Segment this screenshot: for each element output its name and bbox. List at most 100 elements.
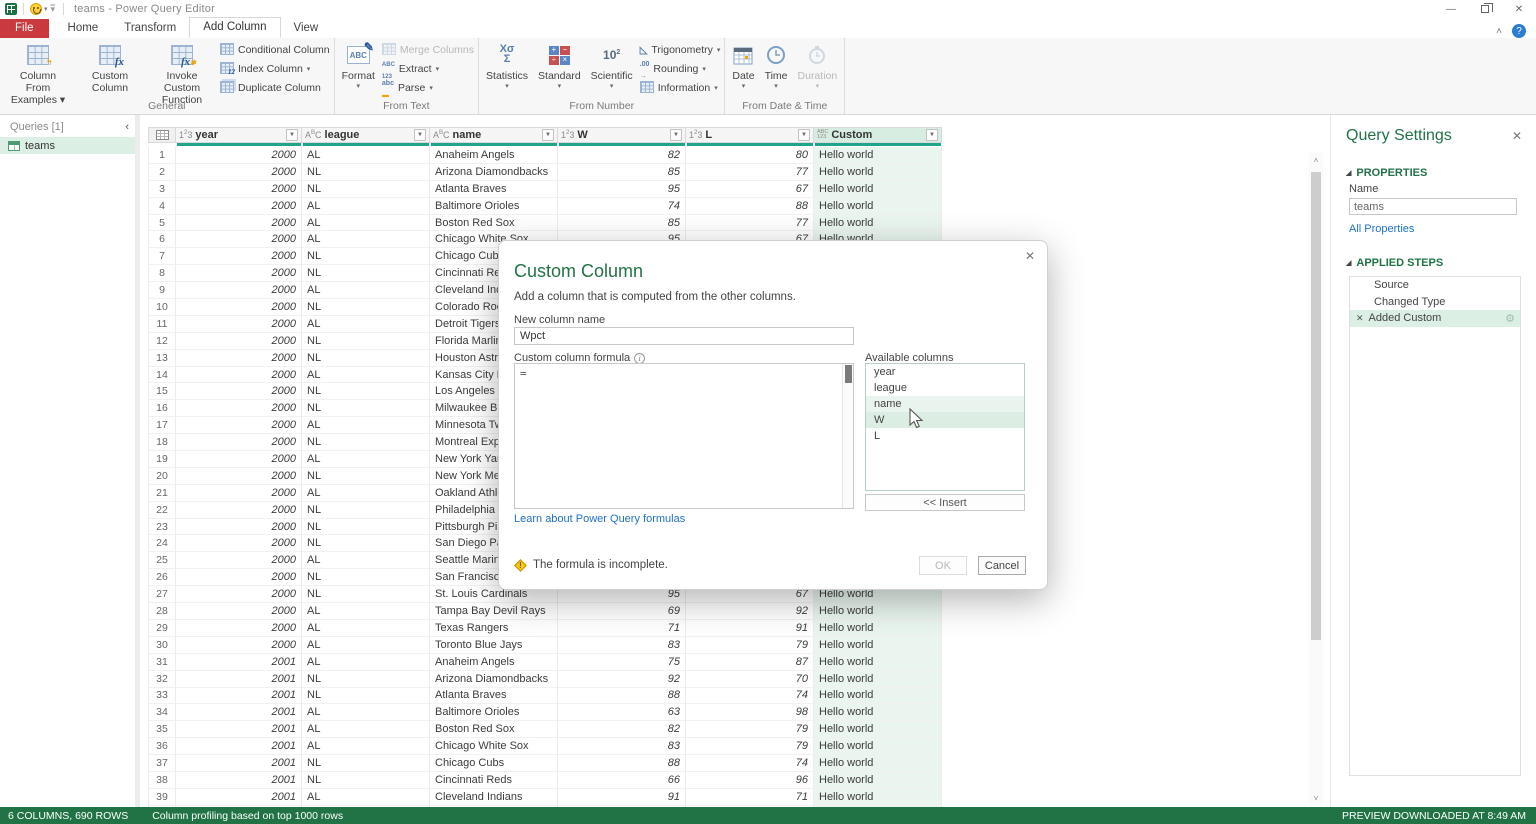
table-cell[interactable]: 2000 (176, 181, 302, 198)
available-column-l[interactable]: L (866, 428, 1024, 444)
table-cell[interactable]: NL (302, 755, 430, 772)
table-cell[interactable]: 2001 (176, 704, 302, 721)
table-cell[interactable]: 2000 (176, 468, 302, 485)
row-number[interactable]: 30 (148, 637, 176, 654)
filter-icon[interactable]: ▼ (286, 129, 298, 141)
table-cell[interactable]: Anaheim Angels (430, 654, 558, 671)
table-row[interactable]: 372001NLChicago Cubs8874Hello world (148, 755, 942, 772)
table-cell[interactable]: 75 (558, 654, 686, 671)
table-cell[interactable]: 2001 (176, 688, 302, 705)
row-number[interactable]: 9 (148, 282, 176, 299)
table-cell[interactable]: Cleveland Indians (430, 789, 558, 806)
table-cell[interactable]: Hello world (814, 215, 942, 232)
table-row[interactable]: 352001ALBoston Red Sox8279Hello world (148, 721, 942, 738)
trigonometry-button[interactable]: ◺Trigonometry▾ (640, 42, 721, 58)
row-number[interactable]: 23 (148, 519, 176, 536)
table-cell[interactable]: 63 (558, 704, 686, 721)
table-cell[interactable]: Atlanta Braves (430, 688, 558, 705)
scroll-down-icon[interactable]: ˅ (1309, 791, 1323, 805)
row-number[interactable]: 6 (148, 231, 176, 248)
row-number[interactable]: 29 (148, 620, 176, 637)
insert-button[interactable]: << Insert (865, 494, 1025, 511)
table-cell[interactable]: 88 (558, 755, 686, 772)
table-cell[interactable]: Texas Rangers (430, 620, 558, 637)
row-number[interactable]: 3 (148, 181, 176, 198)
extract-button[interactable]: ABC123Extract▾ (382, 61, 474, 77)
table-cell[interactable]: 79 (686, 721, 814, 738)
table-cell[interactable]: Chicago Cubs (430, 755, 558, 772)
table-cell[interactable]: 2001 (176, 721, 302, 738)
table-cell[interactable]: 79 (686, 637, 814, 654)
scrollbar-thumb[interactable] (1311, 172, 1321, 640)
row-number[interactable]: 25 (148, 552, 176, 569)
time-button[interactable]: Time▾ (761, 40, 792, 93)
statistics-button[interactable]: ΧσΣStatistics▾ (482, 40, 532, 93)
column-header-year[interactable]: 123year▼ (176, 127, 302, 143)
table-cell[interactable]: NL (302, 248, 430, 265)
row-number[interactable]: 10 (148, 299, 176, 316)
row-number[interactable]: 7 (148, 248, 176, 265)
table-row[interactable]: 392001ALCleveland Indians9171Hello world (148, 789, 942, 806)
table-cell[interactable]: Chicago White Sox (430, 738, 558, 755)
table-cell[interactable]: 85 (558, 215, 686, 232)
table-cell[interactable]: 92 (686, 603, 814, 620)
conditional-column-button[interactable]: Conditional Column (220, 42, 330, 58)
table-cell[interactable]: Hello world (814, 620, 942, 637)
table-cell[interactable]: 2000 (176, 231, 302, 248)
dialog-close-icon[interactable]: ✕ (1025, 249, 1035, 263)
row-number[interactable]: 39 (148, 789, 176, 806)
smiley-icon[interactable] (30, 3, 42, 15)
available-column-w[interactable]: W (866, 412, 1024, 428)
row-number[interactable]: 8 (148, 265, 176, 282)
row-number[interactable]: 28 (148, 603, 176, 620)
column-header-w[interactable]: 123W▼ (558, 127, 686, 143)
row-number[interactable]: 4 (148, 198, 176, 215)
table-cell[interactable]: 82 (558, 721, 686, 738)
all-properties-link[interactable]: All Properties (1349, 223, 1536, 235)
applied-step-source[interactable]: Source (1350, 277, 1520, 294)
table-cell[interactable]: Arizona Diamondbacks (430, 164, 558, 181)
table-cell[interactable]: Boston Red Sox (430, 215, 558, 232)
column-from-examples-button[interactable]: ϟColumn From Examples ▾ (3, 40, 73, 108)
table-cell[interactable]: Atlanta Braves (430, 181, 558, 198)
table-cell[interactable]: 2000 (176, 350, 302, 367)
query-item-teams[interactable]: teams (0, 137, 135, 154)
invoke-custom-function-button[interactable]: fx✱Invoke Custom Function (147, 40, 217, 108)
table-cell[interactable]: 98 (686, 704, 814, 721)
filter-icon[interactable]: ▼ (926, 129, 938, 141)
column-header-league[interactable]: ABCleague▼ (302, 127, 430, 143)
table-row[interactable]: 312001ALAnaheim Angels7587Hello world (148, 654, 942, 671)
available-column-league[interactable]: league (866, 380, 1024, 396)
row-number[interactable]: 13 (148, 350, 176, 367)
delete-step-icon[interactable]: ✕ (1356, 313, 1364, 324)
formula-scrollbar-thumb[interactable] (845, 365, 852, 383)
table-cell[interactable]: NL (302, 299, 430, 316)
table-cell[interactable]: 2000 (176, 451, 302, 468)
table-cell[interactable]: 2000 (176, 248, 302, 265)
row-number[interactable]: 14 (148, 367, 176, 384)
table-cell[interactable]: AL (302, 704, 430, 721)
table-cell[interactable]: 2000 (176, 333, 302, 350)
row-number[interactable]: 37 (148, 755, 176, 772)
filter-icon[interactable]: ▼ (670, 129, 682, 141)
tree-expand-icon[interactable]: ◢ (1346, 169, 1351, 177)
learn-formulas-link[interactable]: Learn about Power Query formulas (514, 513, 685, 525)
table-cell[interactable]: AL (302, 654, 430, 671)
table-cell[interactable]: NL (302, 688, 430, 705)
row-number[interactable]: 19 (148, 451, 176, 468)
table-cell[interactable]: 91 (558, 789, 686, 806)
table-cell[interactable]: 80 (686, 147, 814, 164)
date-button[interactable]: Date▾ (728, 40, 758, 93)
close-button[interactable]: ✕ (1502, 0, 1536, 18)
row-number[interactable]: 34 (148, 704, 176, 721)
tab-view[interactable]: View (281, 19, 332, 38)
column-header-l[interactable]: 123L▼ (686, 127, 814, 143)
table-cell[interactable]: NL (302, 468, 430, 485)
row-number[interactable]: 31 (148, 654, 176, 671)
table-cell[interactable]: 96 (686, 772, 814, 789)
table-cell[interactable]: 69 (558, 603, 686, 620)
collapse-ribbon-icon[interactable]: ˄ (1496, 26, 1502, 37)
table-row[interactable]: 282000ALTampa Bay Devil Rays6992Hello wo… (148, 603, 942, 620)
table-cell[interactable]: 2001 (176, 755, 302, 772)
row-number[interactable]: 22 (148, 502, 176, 519)
